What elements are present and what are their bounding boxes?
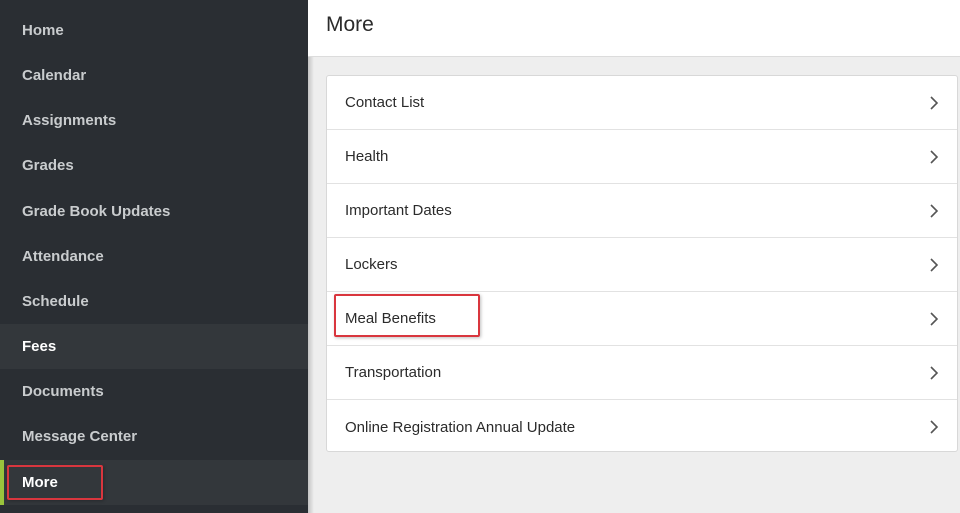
chevron-right-icon <box>930 420 939 434</box>
sidebar-item-assignments[interactable]: Assignments <box>0 98 308 143</box>
sidebar-item-label: Calendar <box>22 67 87 84</box>
list-item-lockers[interactable]: Lockers <box>327 238 957 292</box>
list-item-health[interactable]: Health <box>327 130 957 184</box>
sidebar-item-label: Documents <box>22 383 104 400</box>
list-item-label: Meal Benefits <box>345 310 436 327</box>
chevron-right-icon <box>930 203 939 218</box>
list-item-meal-benefits[interactable]: Meal Benefits <box>327 292 957 346</box>
list-item-contact-list[interactable]: Contact List <box>327 76 957 130</box>
sidebar-item-label: Schedule <box>22 293 89 310</box>
list-item-online-registration[interactable]: Online Registration Annual Update <box>327 400 957 454</box>
sidebar-item-label: More <box>22 474 58 491</box>
chevron-right-icon <box>930 365 939 380</box>
sidebar-item-label: Message Center <box>22 428 138 445</box>
sidebar-item-documents[interactable]: Documents <box>0 369 308 414</box>
sidebar-item-grades[interactable]: Grades <box>0 143 308 188</box>
sidebar-item-label: Assignments <box>22 112 117 129</box>
sidebar-item-label: Home <box>22 22 64 39</box>
sidebar-item-label: Attendance <box>22 248 104 265</box>
active-indicator <box>0 460 4 505</box>
list-item-label: Health <box>345 148 389 165</box>
list-item-label: Online Registration Annual Update <box>345 418 576 436</box>
sidebar-item-label: Grade Book Updates <box>22 203 171 220</box>
sidebar-item-calendar[interactable]: Calendar <box>0 53 308 98</box>
chevron-right-icon <box>930 311 939 326</box>
sidebar-item-message-center[interactable]: Message Center <box>0 414 308 459</box>
sidebar-item-fees[interactable]: Fees <box>0 324 308 369</box>
sidebar-item-label: Fees <box>22 338 57 355</box>
list-item-label: Contact List <box>345 94 425 111</box>
list-item-transportation[interactable]: Transportation <box>327 346 957 400</box>
page-title: More <box>326 13 374 36</box>
sidebar-nav: Home Calendar Assignments Grades Grade B… <box>0 0 308 513</box>
list-item-important-dates[interactable]: Important Dates <box>327 184 957 238</box>
chevron-right-icon <box>930 149 939 164</box>
sidebar-item-more[interactable]: More <box>0 460 308 505</box>
list-item-label: Transportation <box>345 364 442 381</box>
list-item-label: Important Dates <box>345 202 452 219</box>
page-header: More <box>308 0 960 57</box>
sidebar-item-schedule[interactable]: Schedule <box>0 279 308 324</box>
chevron-right-icon <box>930 95 939 110</box>
more-list: Contact List Health Important Dates Lock… <box>326 75 958 452</box>
sidebar-item-attendance[interactable]: Attendance <box>0 234 308 279</box>
list-item-label: Lockers <box>345 256 398 273</box>
sidebar-item-grade-book-updates[interactable]: Grade Book Updates <box>0 189 308 234</box>
sidebar-item-home[interactable]: Home <box>0 8 308 53</box>
chevron-right-icon <box>930 257 939 272</box>
main-content: More Contact List Health Important Dates… <box>308 0 960 513</box>
sidebar-item-label: Grades <box>22 157 74 174</box>
